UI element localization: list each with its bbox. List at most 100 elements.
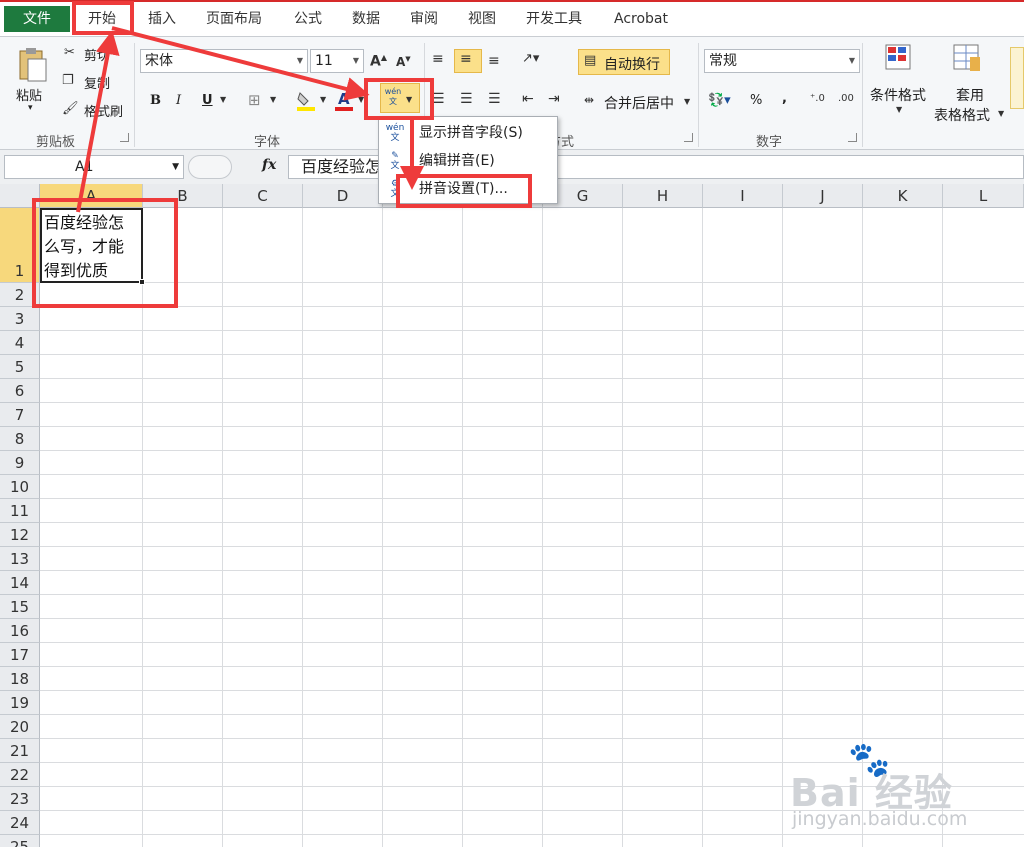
tab-developer[interactable]: 开发工具 xyxy=(526,6,582,32)
row-header-25[interactable]: 25 xyxy=(0,835,40,847)
menu-item-show-phonetic[interactable]: wén 文 显示拼音字段(S) xyxy=(379,119,557,147)
tab-formulas[interactable]: 公式 xyxy=(294,6,322,32)
tab-acrobat[interactable]: Acrobat xyxy=(614,6,668,32)
row-header-3[interactable]: 3 xyxy=(0,307,40,331)
row-header-18[interactable]: 18 xyxy=(0,667,40,691)
row-header-14[interactable]: 14 xyxy=(0,571,40,595)
row-gridline xyxy=(40,402,1024,403)
decrease-indent-icon[interactable]: ⇤ xyxy=(522,91,534,107)
chevron-down-icon[interactable]: ▼ xyxy=(684,97,690,106)
conditional-format-button[interactable]: 条件格式 xyxy=(870,85,926,105)
name-box[interactable]: A1 ▼ xyxy=(4,155,184,179)
font-name-combo[interactable]: 宋体 ▼ xyxy=(140,49,308,73)
orientation-icon[interactable]: ↗▾ xyxy=(522,51,539,66)
row-gridline xyxy=(40,354,1024,355)
row-header-4[interactable]: 4 xyxy=(0,331,40,355)
chevron-down-icon[interactable]: ▼ xyxy=(998,109,1004,118)
number-format-combo[interactable]: 常规 ▼ xyxy=(704,49,860,73)
column-header-j[interactable]: J xyxy=(783,184,863,208)
row-header-8[interactable]: 8 xyxy=(0,427,40,451)
row-header-15[interactable]: 15 xyxy=(0,595,40,619)
format-as-table-icon xyxy=(952,43,982,77)
decrease-decimal-icon[interactable]: .00 xyxy=(838,93,854,104)
format-painter-button[interactable]: 格式刷 xyxy=(84,101,123,120)
row-header-9[interactable]: 9 xyxy=(0,451,40,475)
row-header-10[interactable]: 10 xyxy=(0,475,40,499)
row-header-13[interactable]: 13 xyxy=(0,547,40,571)
align-top-icon[interactable]: ≡ xyxy=(432,51,444,67)
row-header-11[interactable]: 11 xyxy=(0,499,40,523)
row-gridline xyxy=(40,498,1024,499)
column-header-k[interactable]: K xyxy=(863,184,943,208)
shrink-font-icon[interactable]: A▼ xyxy=(396,55,411,69)
italic-button[interactable]: I xyxy=(176,93,181,108)
insert-function-icon[interactable]: fx xyxy=(262,157,276,173)
row-header-21[interactable]: 21 xyxy=(0,739,40,763)
column-header-l[interactable]: L xyxy=(943,184,1024,208)
edit-phonetic-icon: ✎ 文 xyxy=(390,151,400,171)
tab-file[interactable]: 文件 xyxy=(4,6,70,32)
column-header-d[interactable]: D xyxy=(303,184,383,208)
row-header-20[interactable]: 20 xyxy=(0,715,40,739)
row-header-7[interactable]: 7 xyxy=(0,403,40,427)
row-gridline xyxy=(40,570,1024,571)
column-header-c[interactable]: C xyxy=(223,184,303,208)
percent-button[interactable]: % xyxy=(750,93,762,108)
alignment-launcher[interactable] xyxy=(684,133,693,142)
svg-text:A: A xyxy=(338,90,350,108)
font-size-combo[interactable]: 11 ▼ xyxy=(310,49,364,73)
row-gridline xyxy=(40,330,1024,331)
grow-font-icon[interactable]: A▲ xyxy=(370,53,387,70)
number-launcher[interactable] xyxy=(848,133,857,142)
row-header-23[interactable]: 23 xyxy=(0,787,40,811)
bold-button[interactable]: B xyxy=(150,93,161,108)
row-header-5[interactable]: 5 xyxy=(0,355,40,379)
font-color-icon[interactable]: A xyxy=(334,89,354,111)
underline-button[interactable]: U xyxy=(202,93,213,108)
align-center-icon[interactable]: ☰ xyxy=(460,91,473,107)
row-header-17[interactable]: 17 xyxy=(0,643,40,667)
chevron-down-icon[interactable]: ▼ xyxy=(896,105,902,114)
column-gridline xyxy=(622,208,623,847)
increase-decimal-icon[interactable]: ⁺.0 xyxy=(810,93,825,104)
number-format-value: 常规 xyxy=(709,53,737,69)
row-header-19[interactable]: 19 xyxy=(0,691,40,715)
format-painter-icon: 🖌 xyxy=(62,101,79,116)
align-bottom-icon[interactable]: ≡ xyxy=(488,53,500,69)
tab-page-layout[interactable]: 页面布局 xyxy=(206,6,262,32)
row-header-16[interactable]: 16 xyxy=(0,619,40,643)
clipboard-launcher[interactable] xyxy=(120,133,129,142)
row-header-22[interactable]: 22 xyxy=(0,763,40,787)
column-gridline xyxy=(542,208,543,847)
tab-data[interactable]: 数据 xyxy=(352,6,380,32)
increase-indent-icon[interactable]: ⇥ xyxy=(548,91,560,107)
accounting-format-icon[interactable]: 💱▾ xyxy=(708,93,731,108)
row-header-24[interactable]: 24 xyxy=(0,811,40,835)
tab-insert[interactable]: 插入 xyxy=(148,6,176,32)
align-right-icon[interactable]: ☰ xyxy=(488,91,501,107)
comma-button[interactable]: , xyxy=(782,91,787,106)
excel-window: 文件 开始 插入 页面布局 公式 数据 审阅 视图 开发工具 Acrobat 粘… xyxy=(0,0,1024,847)
cell-styles-gallery[interactable] xyxy=(1010,47,1024,109)
borders-icon[interactable]: ⊞ xyxy=(248,91,261,109)
tab-review[interactable]: 审阅 xyxy=(410,6,438,32)
cut-button[interactable]: 剪切 xyxy=(84,45,110,64)
paste-dropdown-icon[interactable]: ▾ xyxy=(28,103,33,113)
row-header-12[interactable]: 12 xyxy=(0,523,40,547)
chevron-down-icon[interactable]: ▼ xyxy=(270,95,276,104)
copy-button[interactable]: 复制 xyxy=(84,73,110,92)
merge-center-icon[interactable]: ⇹ xyxy=(584,93,594,107)
formula-drag-handle[interactable] xyxy=(188,155,232,179)
chevron-down-icon[interactable]: ▼ xyxy=(320,95,326,104)
merge-center-button[interactable]: 合并后居中 xyxy=(604,93,674,113)
chevron-down-icon[interactable]: ▼ xyxy=(220,95,226,104)
row-header-6[interactable]: 6 xyxy=(0,379,40,403)
column-header-h[interactable]: H xyxy=(623,184,703,208)
menu-item-edit-phonetic[interactable]: ✎ 文 编辑拼音(E) xyxy=(379,147,557,175)
column-header-i[interactable]: I xyxy=(703,184,783,208)
paste-button[interactable]: 粘贴 xyxy=(16,85,42,104)
fill-color-icon[interactable] xyxy=(296,89,316,111)
format-as-table-button[interactable]: 表格格式 xyxy=(934,105,990,125)
tab-view[interactable]: 视图 xyxy=(468,6,496,32)
paste-icon[interactable] xyxy=(14,45,50,85)
